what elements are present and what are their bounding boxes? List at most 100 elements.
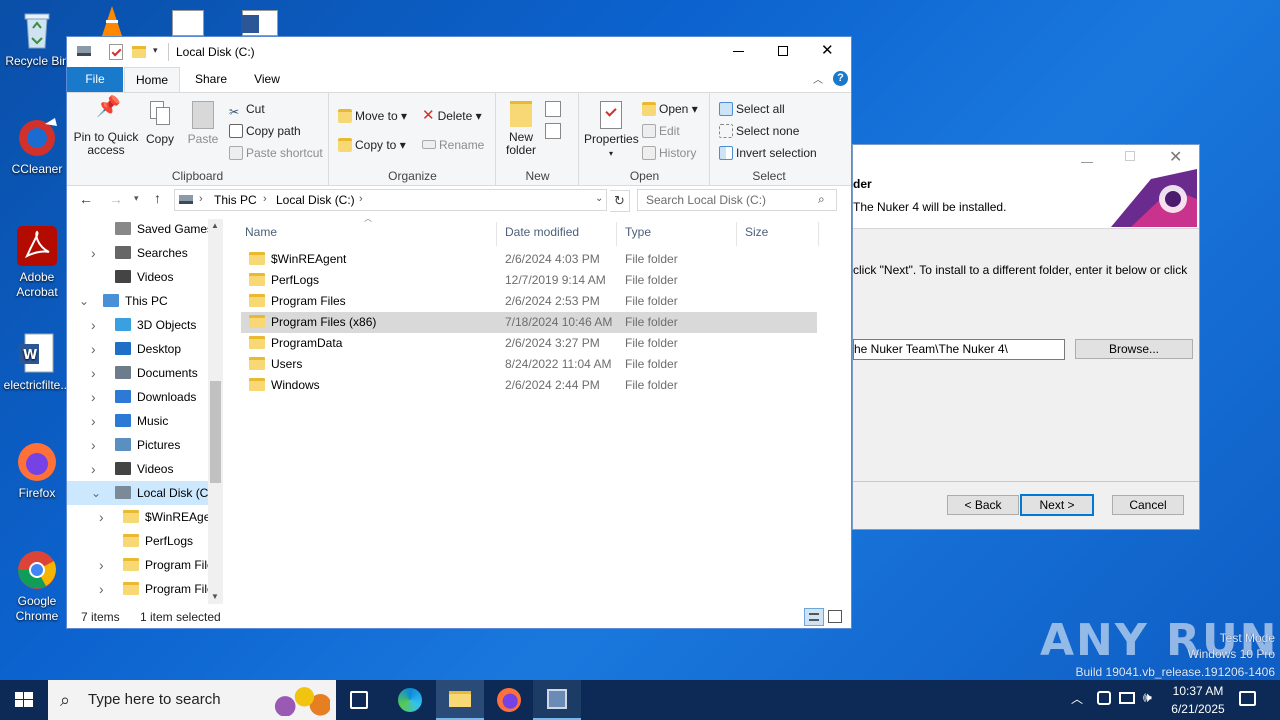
expand-chevron-icon[interactable]: › (91, 457, 96, 481)
nav-item[interactable]: › 3D Objects (67, 313, 208, 337)
large-icons-view-icon[interactable] (828, 610, 842, 623)
close-button[interactable]: ✕ (821, 41, 834, 59)
nav-item[interactable]: › Music (67, 409, 208, 433)
paste-shortcut-button[interactable]: Paste shortcut (229, 145, 323, 161)
details-view-icon[interactable] (804, 608, 824, 626)
scroll-down-icon[interactable]: ▼ (211, 592, 219, 601)
column-size[interactable]: Size (745, 222, 819, 246)
history-button[interactable]: History (642, 145, 696, 161)
nav-item[interactable]: › Desktop (67, 337, 208, 361)
help-icon[interactable]: ? (833, 71, 848, 86)
file-row[interactable]: Program Files (x86) 7/18/2024 10:46 AM Fil… (241, 312, 817, 333)
expand-chevron-icon[interactable]: › (91, 361, 96, 385)
breadcrumb-local-disk[interactable]: Local Disk (C:) (276, 193, 355, 207)
back-button[interactable]: < Back (947, 495, 1019, 515)
nav-item[interactable]: › Documents (67, 361, 208, 385)
nav-item[interactable]: › Program Files (67, 577, 220, 601)
minimize-button[interactable] (733, 51, 744, 52)
rename-button[interactable]: Rename (422, 137, 484, 153)
easy-access-icon[interactable] (545, 123, 561, 139)
breadcrumb-this-pc[interactable]: This PC (214, 193, 257, 207)
maximize-icon[interactable] (1125, 151, 1135, 161)
new-item-icon[interactable] (545, 101, 561, 117)
notifications-icon[interactable] (1239, 691, 1256, 706)
forward-arrow-icon[interactable]: → (109, 191, 123, 207)
desktop-icon-word-doc[interactable]: W electricfilte... (0, 332, 74, 393)
minimize-ribbon-icon[interactable]: ︿ (813, 71, 823, 86)
nav-item[interactable]: › Pictures (67, 433, 208, 457)
desktop-icon-recycle-bin[interactable]: Recycle Bin (0, 8, 74, 69)
back-arrow-icon[interactable]: ← (79, 191, 93, 207)
open-button[interactable]: Open ▾ (642, 101, 698, 117)
copy-button[interactable]: Copy (143, 101, 177, 146)
search-input[interactable]: Search Local Disk (C:) (637, 189, 837, 211)
ethernet-icon[interactable] (1119, 692, 1135, 704)
desktop-icon-firefox[interactable]: Firefox (0, 440, 74, 501)
delete-button[interactable]: ✕ Delete ▾ (422, 108, 482, 124)
file-row[interactable]: $WinREAgent 2/6/2024 4:03 PM File folder (241, 249, 817, 270)
nav-item[interactable]: ⌄ Local Disk (C:) (67, 481, 216, 505)
maximize-button[interactable] (778, 46, 788, 56)
cancel-button[interactable]: Cancel (1112, 495, 1184, 515)
network-icon[interactable] (1097, 691, 1111, 705)
up-arrow-icon[interactable]: ↑ (154, 190, 161, 206)
refresh-icon[interactable]: ↻ (610, 190, 630, 212)
expand-chevron-icon[interactable]: › (91, 313, 96, 337)
column-type[interactable]: Type (625, 222, 737, 246)
nav-item[interactable]: › Videos (67, 457, 208, 481)
desktop-icon-adobe-acrobat[interactable]: Adobe Acrobat (0, 224, 74, 300)
expand-chevron-icon[interactable]: › (99, 505, 104, 529)
copy-path-button[interactable]: Copy path (229, 123, 301, 139)
new-folder-quick-icon[interactable] (132, 46, 146, 58)
desktop-icon-ccleaner[interactable]: CCleaner (0, 116, 74, 177)
nav-scrollbar[interactable]: ▲ ▼ (208, 219, 223, 604)
address-dropdown-icon[interactable]: ⌄ (595, 193, 603, 204)
file-row[interactable]: PerfLogs 12/7/2019 9:14 AM File folder (241, 270, 817, 291)
collapse-chevron-icon[interactable]: ⌄ (91, 481, 101, 505)
select-none-button[interactable]: Select none (719, 123, 799, 139)
select-all-button[interactable]: Select all (719, 101, 785, 117)
invert-selection-button[interactable]: Invert selection (719, 145, 817, 161)
taskbar-search-input[interactable]: ⌕ Type here to search (48, 680, 336, 720)
column-date-modified[interactable]: Date modified (505, 222, 617, 246)
expand-chevron-icon[interactable]: › (91, 241, 96, 265)
tab-file[interactable]: File (67, 67, 123, 92)
pin-to-quick-access-button[interactable]: 📌 Pin to Quick access (73, 97, 139, 157)
recent-locations-icon[interactable]: ▾ (134, 193, 139, 204)
task-view-icon[interactable] (350, 691, 368, 709)
nav-item[interactable]: › Searches (67, 241, 208, 265)
clock-date[interactable]: 6/21/2025 (1166, 702, 1230, 716)
nav-item[interactable]: Videos (67, 265, 208, 289)
show-hidden-icons-icon[interactable]: ︿ (1071, 690, 1083, 707)
tab-home[interactable]: Home (124, 67, 180, 92)
expand-chevron-icon[interactable]: › (91, 337, 96, 361)
nav-item[interactable]: › Program Files (67, 553, 220, 577)
nav-item[interactable]: ⌄ This PC (67, 289, 208, 313)
expand-chevron-icon[interactable]: › (91, 409, 96, 433)
new-folder-button[interactable]: New folder (501, 101, 541, 157)
file-row[interactable]: ProgramData 2/6/2024 3:27 PM File folder (241, 333, 817, 354)
firefox-taskbar-icon[interactable] (497, 688, 521, 712)
file-explorer-taskbar-icon[interactable] (436, 680, 484, 720)
scroll-thumb[interactable] (210, 381, 221, 483)
column-name[interactable]: Name (245, 222, 497, 246)
file-row[interactable]: Users 8/24/2022 11:04 AM File folder (241, 354, 817, 375)
file-row[interactable]: Windows 2/6/2024 2:44 PM File folder (241, 375, 817, 396)
installer-taskbar-icon[interactable] (533, 680, 581, 720)
properties-quick-icon[interactable] (109, 44, 123, 60)
close-icon[interactable]: ✕ (1169, 147, 1182, 167)
expand-chevron-icon[interactable]: › (99, 577, 104, 601)
address-bar[interactable]: › This PC › Local Disk (C:) › ⌄ (174, 189, 607, 211)
expand-chevron-icon[interactable]: › (99, 553, 104, 577)
cut-button[interactable]: ✂ Cut (229, 101, 265, 119)
properties-button[interactable]: Properties ▾ (584, 101, 639, 160)
clock-time[interactable]: 10:37 AM (1170, 684, 1226, 698)
desktop-icon-google-chrome[interactable]: Google Chrome (0, 548, 74, 624)
tab-share[interactable]: Share (183, 67, 239, 92)
tab-view[interactable]: View (239, 67, 295, 92)
collapse-chevron-icon[interactable]: ⌄ (79, 289, 89, 313)
edge-icon[interactable] (398, 688, 422, 712)
minimize-icon[interactable] (1081, 151, 1093, 163)
nav-item[interactable]: Saved Games (67, 217, 213, 241)
start-button[interactable] (0, 680, 48, 720)
